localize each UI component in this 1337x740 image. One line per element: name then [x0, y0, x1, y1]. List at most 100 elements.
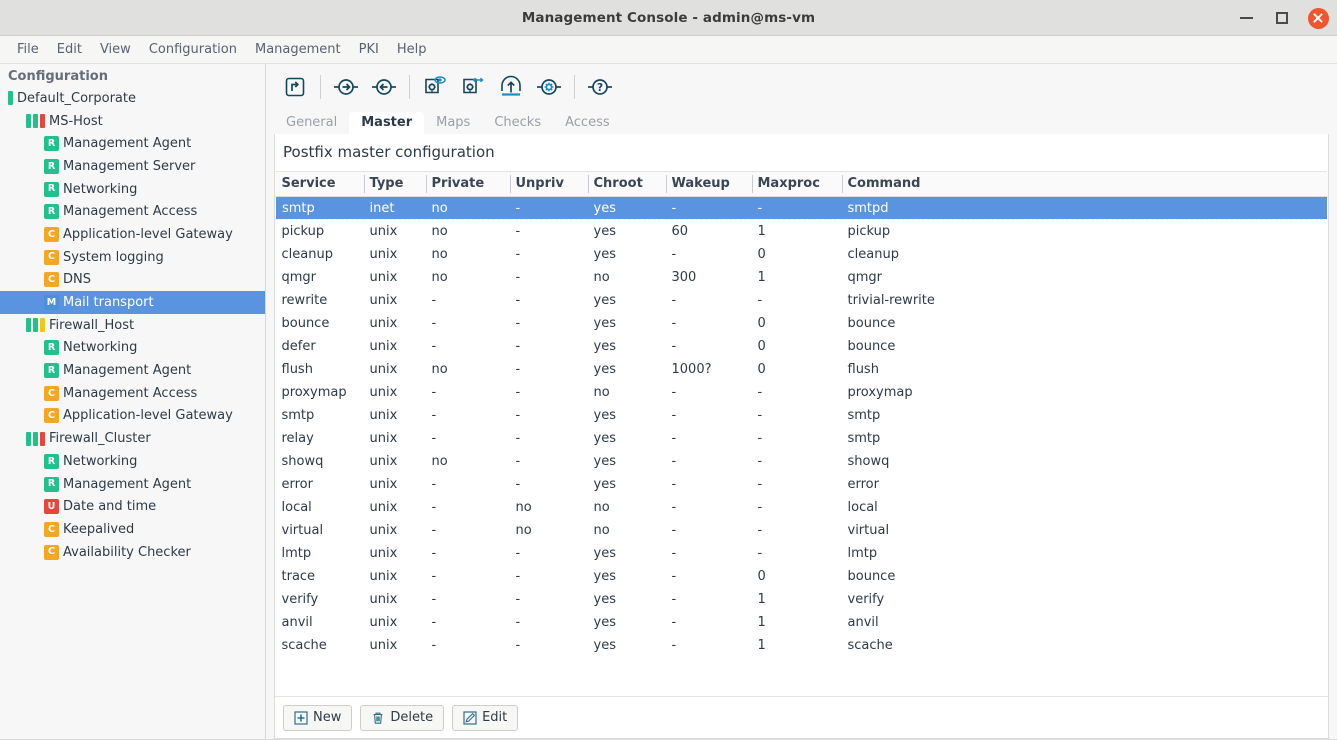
settings-button[interactable]: [530, 68, 568, 106]
window-title: Management Console - admin@ms-vm: [521, 9, 816, 26]
column-header-chroot[interactable]: Chroot: [587, 172, 666, 197]
tree-item-management-access[interactable]: R Management Access: [0, 200, 265, 223]
menu-item-pki[interactable]: PKI: [350, 39, 388, 60]
tree-item-mail-transport[interactable]: M Mail transport: [0, 291, 265, 314]
cell-maxproc: -: [757, 384, 763, 400]
svg-text:?: ?: [597, 82, 603, 94]
master-config-panel: Postfix master configuration Service Type…: [274, 134, 1329, 739]
tab-checks[interactable]: Checks: [482, 112, 553, 134]
tree-item-label: Networking: [63, 181, 138, 197]
menu-item-management[interactable]: Management: [246, 39, 350, 60]
table-row[interactable]: flush unix no - yes 1000? 0 flush: [276, 358, 1328, 381]
table-row[interactable]: qmgr unix no - no 300 1 qmgr: [276, 266, 1328, 289]
tree-item-firewall-cluster[interactable]: Firewall_Cluster: [0, 427, 265, 450]
upload-config-button[interactable]: [492, 68, 530, 106]
cell-wakeup: -: [671, 384, 677, 400]
column-header-unpriv[interactable]: Unpriv: [509, 172, 588, 197]
table-row[interactable]: defer unix - - yes - 0 bounce: [276, 335, 1328, 358]
preview-config-button[interactable]: [416, 68, 454, 106]
menu-item-help[interactable]: Help: [388, 39, 436, 60]
table-row[interactable]: error unix - - yes - - error: [276, 473, 1328, 496]
toolbar: ?: [266, 64, 1337, 109]
tree-item-system-logging[interactable]: C System logging: [0, 246, 265, 269]
tree-item-default-corporate[interactable]: Default_Corporate: [0, 87, 265, 110]
menu-item-edit[interactable]: Edit: [48, 39, 91, 60]
table-row[interactable]: cleanup unix no - yes - 0 cleanup: [276, 243, 1328, 266]
tree-item-management-server[interactable]: R Management Server: [0, 155, 265, 178]
help-button[interactable]: ?: [581, 68, 619, 106]
forward-button[interactable]: [327, 68, 365, 106]
menu-item-view[interactable]: View: [91, 39, 140, 60]
status-bar-segment: [26, 431, 31, 446]
cell-unpriv: -: [515, 269, 521, 285]
tab-master[interactable]: Master: [349, 112, 425, 134]
delete-button[interactable]: Delete: [360, 704, 445, 731]
tree-item-dns[interactable]: C DNS: [0, 269, 265, 292]
cell-command: smtp: [847, 430, 881, 446]
table-row[interactable]: trace unix - - yes - 0 bounce: [276, 565, 1328, 588]
cell-type: unix: [369, 614, 398, 630]
tree-item-networking[interactable]: R Networking: [0, 337, 265, 360]
tree-badge-icon: C: [44, 226, 59, 242]
column-header-type[interactable]: Type: [363, 172, 426, 197]
table-row[interactable]: local unix - no no - - local: [276, 496, 1328, 519]
tree-item-management-agent[interactable]: R Management Agent: [0, 473, 265, 496]
tree-item-networking[interactable]: R Networking: [0, 450, 265, 473]
cell-service: showq: [281, 453, 324, 469]
table-row[interactable]: anvil unix - - yes - 1 anvil: [276, 611, 1328, 634]
cell-private: no: [431, 246, 448, 262]
tree-item-availability-checker[interactable]: C Availability Checker: [0, 541, 265, 564]
column-header-service[interactable]: Service: [275, 172, 364, 197]
transfer-config-button[interactable]: [454, 68, 492, 106]
table-row[interactable]: showq unix no - yes - - showq: [276, 450, 1328, 473]
tree-item-management-agent[interactable]: R Management Agent: [0, 359, 265, 382]
configuration-tree-sidebar[interactable]: Configuration Default_Corporate MS-Host R M…: [0, 64, 266, 739]
column-header-command[interactable]: Command: [841, 172, 1328, 197]
tree-item-keepalived[interactable]: C Keepalived: [0, 518, 265, 541]
cell-chroot: yes: [593, 430, 616, 446]
close-button[interactable]: [1307, 7, 1329, 29]
menu-item-configuration[interactable]: Configuration: [140, 39, 246, 60]
tab-maps[interactable]: Maps: [424, 112, 482, 134]
go-up-button[interactable]: [276, 68, 314, 106]
table-row[interactable]: verify unix - - yes - 1 verify: [276, 588, 1328, 611]
table-row[interactable]: scache unix - - yes - 1 scache: [276, 634, 1328, 657]
tree-item-management-agent[interactable]: R Management Agent: [0, 132, 265, 155]
tree-item-networking[interactable]: R Networking: [0, 178, 265, 201]
tab-bar[interactable]: General Master Maps Checks Access: [266, 109, 1337, 134]
tab-access[interactable]: Access: [553, 112, 622, 134]
table-body[interactable]: smtp inet no - yes - - smtpd pickup unix no - yes 60 1…: [275, 196, 1328, 657]
column-header-wakeup[interactable]: Wakeup: [665, 172, 752, 197]
services-table-container[interactable]: Service Type Private Unpriv Chroot Wakeup Maxp…: [275, 172, 1328, 696]
table-row[interactable]: virtual unix - no no - - virtual: [276, 519, 1328, 542]
column-header-maxproc[interactable]: Maxproc: [751, 172, 842, 197]
table-row[interactable]: smtp unix - - yes - - smtp: [276, 404, 1328, 427]
column-header-private[interactable]: Private: [425, 172, 510, 197]
table-row[interactable]: smtp inet no - yes - - smtpd: [275, 196, 1328, 220]
table-row[interactable]: relay unix - - yes - - smtp: [276, 427, 1328, 450]
menu-item-file[interactable]: File: [8, 39, 48, 60]
tree-item-management-access[interactable]: C Management Access: [0, 382, 265, 405]
cell-chroot: yes: [593, 292, 616, 308]
new-button[interactable]: New: [283, 704, 353, 731]
table-row[interactable]: bounce unix - - yes - 0 bounce: [276, 312, 1328, 335]
tab-general[interactable]: General: [274, 112, 349, 134]
tree-item-application-level-gateway[interactable]: C Application-level Gateway: [0, 405, 265, 428]
tree-badge-icon: R: [44, 340, 59, 356]
cell-chroot: yes: [593, 568, 616, 584]
tree-item-firewall-host[interactable]: Firewall_Host: [0, 314, 265, 337]
cell-private: -: [431, 614, 437, 630]
back-button[interactable]: [365, 68, 403, 106]
minimize-button[interactable]: [1235, 7, 1257, 29]
table-row[interactable]: pickup unix no - yes 60 1 pickup: [276, 220, 1328, 243]
configuration-tree[interactable]: Default_Corporate MS-Host R Management Agen…: [0, 87, 265, 563]
table-row[interactable]: rewrite unix - - yes - - trivial-rewrite: [276, 289, 1328, 312]
maximize-button[interactable]: [1271, 7, 1293, 29]
edit-button[interactable]: Edit: [452, 704, 519, 731]
table-row[interactable]: proxymap unix - - no - - proxymap: [276, 381, 1328, 404]
cell-type: unix: [369, 292, 398, 308]
tree-item-date-and-time[interactable]: U Date and time: [0, 495, 265, 518]
tree-item-ms-host[interactable]: MS-Host: [0, 110, 265, 133]
table-row[interactable]: lmtp unix - - yes - - lmtp: [276, 542, 1328, 565]
tree-item-application-level-gateway[interactable]: C Application-level Gateway: [0, 223, 265, 246]
